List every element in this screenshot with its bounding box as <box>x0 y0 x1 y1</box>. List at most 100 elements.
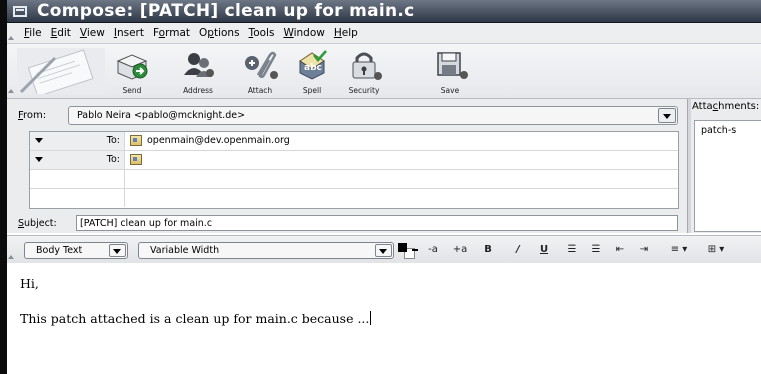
text-color-icon[interactable] <box>398 243 418 259</box>
window-left-border <box>0 0 7 374</box>
larger-font-button[interactable]: +a <box>451 244 469 258</box>
menu-help[interactable]: Help <box>334 27 358 39</box>
title-bar[interactable]: Compose: [PATCH] clean up for main.c <box>7 0 761 23</box>
recipient-type-empty <box>30 170 125 188</box>
menu-view-label: iew <box>86 27 105 39</box>
address-card-icon[interactable] <box>130 154 142 165</box>
menu-insert[interactable]: Insert <box>114 27 144 39</box>
bold-button[interactable]: B <box>481 244 495 258</box>
attachments-label-pre: Atta <box>692 101 713 112</box>
menu-options[interactable]: Options <box>199 27 240 39</box>
bullet-list-button[interactable]: ☰ <box>564 244 580 258</box>
svg-text:abc: abc <box>304 63 322 73</box>
send-icon <box>116 54 148 80</box>
send-button[interactable]: Send <box>103 49 161 95</box>
subject-label-text: ubject: <box>24 218 57 229</box>
align-menu-button[interactable]: ≡ ▾ <box>664 244 694 258</box>
outdent-button[interactable]: ⇤ <box>612 244 628 258</box>
body-line: This patch attached is a clean up for ma… <box>20 311 370 326</box>
format-toolbar: Body Text Variable Width -a +a B / U ☰ ☰… <box>7 235 761 264</box>
from-account-select[interactable]: Pablo Neira <pablo@mcknight.de> <box>68 106 678 125</box>
from-label-text: rom: <box>23 110 47 121</box>
menu-file[interactable]: File <box>24 27 42 39</box>
address-button[interactable]: Address <box>169 49 227 95</box>
menu-help-accel: H <box>333 27 342 39</box>
pane-splitter[interactable] <box>687 99 691 233</box>
text-caret <box>370 311 372 325</box>
from-value: Pablo Neira <pablo@mcknight.de> <box>77 110 246 121</box>
chevron-down-icon <box>35 138 43 143</box>
menu-bar: File Edit View Insert Format Options Too… <box>7 23 761 44</box>
spell-button[interactable]: abc Spell <box>283 49 341 95</box>
insert-menu-button[interactable]: ⊞ ▾ <box>700 244 732 258</box>
paperclip-icon <box>245 51 278 79</box>
menu-help-label: elp <box>341 27 358 39</box>
menu-file-label: ile <box>29 27 42 39</box>
menu-format[interactable]: Format <box>153 27 190 39</box>
paragraph-style-value: Body Text <box>36 245 83 256</box>
recipient-type-label: To: <box>106 135 120 146</box>
recipient-row: To: openmain@dev.openmain.org <box>30 132 678 151</box>
menu-window-accel: W <box>283 27 294 39</box>
compose-window: Compose: [PATCH] clean up for main.c Fil… <box>0 0 761 374</box>
chevron-down-icon <box>109 244 126 257</box>
from-dropdown-chevron-icon[interactable] <box>658 108 676 123</box>
subject-input[interactable]: [PATCH] clean up for main.c <box>76 215 678 231</box>
menu-insert-label: nsert <box>116 27 144 39</box>
menu-options-label: tions <box>213 27 240 39</box>
chevron-down-icon <box>375 244 392 257</box>
menu-tools[interactable]: Tools <box>249 27 275 39</box>
chevron-down-icon <box>35 157 43 162</box>
attachment-item[interactable]: patch-s <box>701 125 736 136</box>
menu-options-accel: p <box>207 27 214 39</box>
security-button[interactable]: Security <box>335 49 393 95</box>
address-card-icon[interactable] <box>130 135 142 146</box>
address-label: Address <box>183 86 213 95</box>
attachments-label: Attachments: <box>692 101 759 112</box>
recipient-type-select[interactable]: To: <box>30 132 125 150</box>
body-line-with-caret: This patch attached is a clean up for ma… <box>20 311 372 326</box>
recipient-address-field[interactable]: openmain@dev.openmain.org <box>147 135 290 146</box>
smaller-font-button[interactable]: -a <box>425 244 441 258</box>
save-label: Save <box>440 86 460 95</box>
foreground-color-swatch <box>398 243 407 252</box>
format-toolbar-grip-icon[interactable] <box>7 236 15 263</box>
toolbar-grip-icon[interactable] <box>7 44 15 98</box>
menu-view[interactable]: View <box>80 27 105 39</box>
color-menu-icon <box>412 249 418 251</box>
indent-button[interactable]: ⇥ <box>636 244 652 258</box>
attach-button[interactable]: Attach <box>231 49 289 95</box>
recipient-row: To: <box>30 151 678 170</box>
send-label: Send <box>122 86 142 95</box>
attachments-list[interactable]: patch-s <box>694 120 761 232</box>
body-line: Hi, <box>20 276 39 291</box>
subject-label: Subject: <box>18 218 57 229</box>
menu-window[interactable]: Window <box>283 27 324 39</box>
attach-label: Attach <box>247 86 273 95</box>
recipient-type-select[interactable]: To: <box>30 151 125 169</box>
window-menu-icon[interactable] <box>13 5 27 17</box>
spell-check-icon: abc <box>299 50 327 80</box>
recipient-row-empty[interactable] <box>30 170 678 189</box>
recipient-type-empty <box>30 189 125 207</box>
from-label: From: <box>18 110 46 121</box>
address-book-icon <box>184 53 214 77</box>
numbered-list-button[interactable]: ☰ <box>588 244 604 258</box>
recipient-row-empty[interactable] <box>30 189 678 207</box>
recipient-list: To: openmain@dev.openmain.org To: <box>29 131 679 209</box>
save-button[interactable]: Save <box>421 49 479 95</box>
compose-decoration-icon <box>17 48 105 94</box>
font-value: Variable Width <box>150 245 220 256</box>
menu-format-label: rmat <box>165 27 191 39</box>
recipient-type-label: To: <box>106 154 120 165</box>
message-body-editor[interactable]: Hi, This patch attached is a clean up fo… <box>7 263 761 374</box>
underline-button[interactable]: U <box>537 244 551 258</box>
font-select[interactable]: Variable Width <box>138 242 394 259</box>
main-toolbar: Send Address Attach abc Spell Security S… <box>7 44 761 99</box>
menu-edit[interactable]: Edit <box>51 27 71 39</box>
menu-view-accel: V <box>79 27 87 39</box>
menubar-grip-icon[interactable] <box>7 23 15 43</box>
security-label: Security <box>348 86 380 95</box>
paragraph-style-select[interactable]: Body Text <box>24 242 128 259</box>
italic-button[interactable]: / <box>511 244 525 258</box>
